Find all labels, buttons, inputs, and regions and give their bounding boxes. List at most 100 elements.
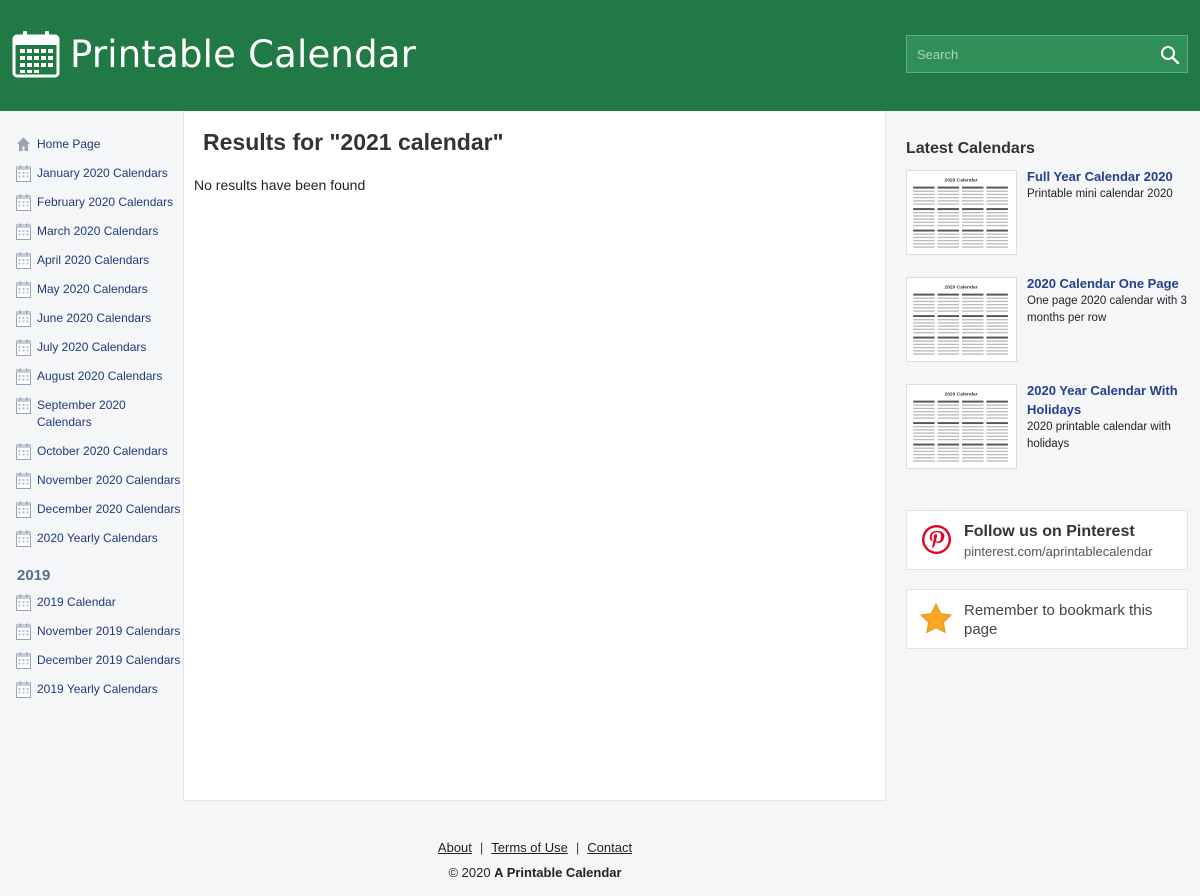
nav-item[interactable]: March 2020 Calendars xyxy=(0,223,183,240)
nav-item[interactable]: April 2020 Calendars xyxy=(0,252,183,269)
nav-item[interactable]: 2019 Yearly Calendars xyxy=(0,681,183,698)
calendar-icon xyxy=(16,443,31,460)
right-sidebar: Latest Calendars 2020 Calendar Full Year … xyxy=(906,140,1194,491)
nav-item[interactable]: November 2019 Calendars xyxy=(0,623,183,640)
nav-item-label: Home Page xyxy=(37,137,101,151)
footer-link-terms[interactable]: Terms of Use xyxy=(491,840,568,855)
calendar-icon xyxy=(16,594,31,611)
nav-item-label: June 2020 Calendars xyxy=(37,311,152,325)
calendar-icon xyxy=(16,652,31,669)
nav-item[interactable]: August 2020 Calendars xyxy=(0,368,183,385)
nav-item-label: May 2020 Calendars xyxy=(37,282,148,296)
bookmark-text: Remember to bookmark this page xyxy=(964,602,1153,638)
nav-item-label: July 2020 Calendars xyxy=(37,340,147,354)
copyright-prefix: © 2020 xyxy=(448,865,495,880)
calendar-icon xyxy=(16,368,31,385)
calendar-icon xyxy=(16,501,31,518)
star-icon xyxy=(919,602,953,634)
nav-item-label: April 2020 Calendars xyxy=(37,253,150,267)
copyright-name: A Printable Calendar xyxy=(494,865,622,880)
search-icon[interactable] xyxy=(1159,44,1181,66)
calendar-icon xyxy=(16,194,31,211)
calendar-title-link[interactable]: 2020 Year Calendar With Holidays xyxy=(1027,381,1192,419)
footer-link-contact[interactable]: Contact xyxy=(587,840,632,855)
site-logo-link[interactable]: Printable Calendar xyxy=(12,30,416,78)
footer-separator: | xyxy=(479,840,484,855)
latest-calendar-item: 2020 Calendar 2020 Year Calendar With Hol… xyxy=(906,381,1194,471)
calendar-description: Printable mini calendar 2020 xyxy=(1027,188,1173,200)
svg-text:2020 Calendar: 2020 Calendar xyxy=(944,392,977,398)
calendar-icon xyxy=(16,310,31,327)
nav-item[interactable]: February 2020 Calendars xyxy=(0,194,183,211)
bookmark-box: Remember to bookmark this page xyxy=(906,589,1188,649)
search-box xyxy=(906,35,1188,73)
nav-item-label: August 2020 Calendars xyxy=(37,369,163,383)
no-results-message: No results have been found xyxy=(194,177,366,193)
svg-text:2020 Calendar: 2020 Calendar xyxy=(944,285,977,291)
copyright: © 2020 A Printable Calendar xyxy=(0,865,1070,880)
nav-item[interactable]: May 2020 Calendars xyxy=(0,281,183,298)
site-title: Printable Calendar xyxy=(70,32,417,76)
calendar-icon xyxy=(16,339,31,356)
nav-item-label: 2020 Yearly Calendars xyxy=(37,531,158,545)
pinterest-icon xyxy=(921,524,952,555)
nav-item-label: December 2020 Calendars xyxy=(37,502,181,516)
calendar-icon xyxy=(16,252,31,269)
calendar-thumbnail[interactable]: 2020 Calendar xyxy=(906,170,1017,255)
pinterest-url: pinterest.com/aprintablecalendar xyxy=(964,544,1153,559)
latest-calendar-item: 2020 Calendar 2020 Calendar One Page One p… xyxy=(906,274,1194,364)
calendar-description: One page 2020 calendar with 3 months per… xyxy=(1027,295,1187,324)
calendar-description: 2020 printable calendar with holidays xyxy=(1027,421,1171,450)
footer-link-about[interactable]: About xyxy=(438,840,472,855)
calendar-info: 2020 Calendar One Page One page 2020 cale… xyxy=(1027,274,1192,364)
calendar-icon xyxy=(16,223,31,240)
calendar-icon xyxy=(16,165,31,182)
nav-item-label: September 2020 Calendars xyxy=(37,398,126,429)
nav-item[interactable]: December 2019 Calendars xyxy=(0,652,183,669)
nav-item-label: February 2020 Calendars xyxy=(37,195,174,209)
nav-item[interactable]: September 2020 Calendars xyxy=(0,397,183,431)
calendar-logo-icon xyxy=(12,31,60,78)
page-title: Results for "2021 calendar" xyxy=(203,129,504,155)
calendar-icon xyxy=(16,281,31,298)
nav-item[interactable]: December 2020 Calendars xyxy=(0,501,183,518)
nav-item-label: November 2019 Calendars xyxy=(37,624,181,638)
home-icon xyxy=(16,136,31,153)
nav-item-label: 2019 Yearly Calendars xyxy=(37,682,158,696)
calendar-icon xyxy=(16,623,31,640)
nav-item-label: March 2020 Calendars xyxy=(37,224,159,238)
calendar-thumbnail[interactable]: 2020 Calendar xyxy=(906,277,1017,362)
pinterest-box[interactable]: Follow us on Pinterest pinterest.com/apr… xyxy=(906,510,1188,570)
footer-links: About | Terms of Use | Contact xyxy=(0,840,1070,855)
nav-item[interactable]: 2019 Calendar xyxy=(0,594,183,611)
nav-item[interactable]: June 2020 Calendars xyxy=(0,310,183,327)
site-footer: About | Terms of Use | Contact © 2020 A Prin… xyxy=(0,840,1070,880)
nav-item[interactable]: 2020 Yearly Calendars xyxy=(0,530,183,547)
nav-item[interactable]: Home Page xyxy=(0,136,183,153)
nav-item[interactable]: October 2020 Calendars xyxy=(0,443,183,460)
nav-item-label: January 2020 Calendars xyxy=(37,166,168,180)
nav-item-label: October 2020 Calendars xyxy=(37,444,168,458)
calendar-thumbnail[interactable]: 2020 Calendar xyxy=(906,384,1017,469)
site-header: Printable Calendar xyxy=(0,0,1200,111)
calendar-info: 2020 Year Calendar With Holidays 2020 pri… xyxy=(1027,381,1192,471)
latest-calendar-item: 2020 Calendar Full Year Calendar 2020 Prin… xyxy=(906,167,1194,257)
calendar-icon xyxy=(16,472,31,489)
nav-item-label: November 2020 Calendars xyxy=(37,473,181,487)
calendar-icon xyxy=(16,681,31,698)
calendar-title-link[interactable]: Full Year Calendar 2020 xyxy=(1027,167,1192,186)
nav-item[interactable]: January 2020 Calendars xyxy=(0,165,183,182)
calendar-title-link[interactable]: 2020 Calendar One Page xyxy=(1027,274,1192,293)
calendar-icon xyxy=(16,397,31,414)
calendar-info: Full Year Calendar 2020 Printable mini ca… xyxy=(1027,167,1192,257)
left-navigation: Home Page January 2020 Calendars February … xyxy=(0,136,183,710)
svg-text:2020 Calendar: 2020 Calendar xyxy=(944,178,977,184)
nav-item[interactable]: November 2020 Calendars xyxy=(0,472,183,489)
footer-separator: | xyxy=(575,840,580,855)
search-input[interactable] xyxy=(907,36,1147,72)
section-heading-2019: 2019 xyxy=(17,567,51,584)
nav-item[interactable]: July 2020 Calendars xyxy=(0,339,183,356)
nav-item-label: 2019 Calendar xyxy=(37,595,116,609)
latest-calendars-heading: Latest Calendars xyxy=(906,140,1035,157)
pinterest-title: Follow us on Pinterest xyxy=(964,523,1135,540)
